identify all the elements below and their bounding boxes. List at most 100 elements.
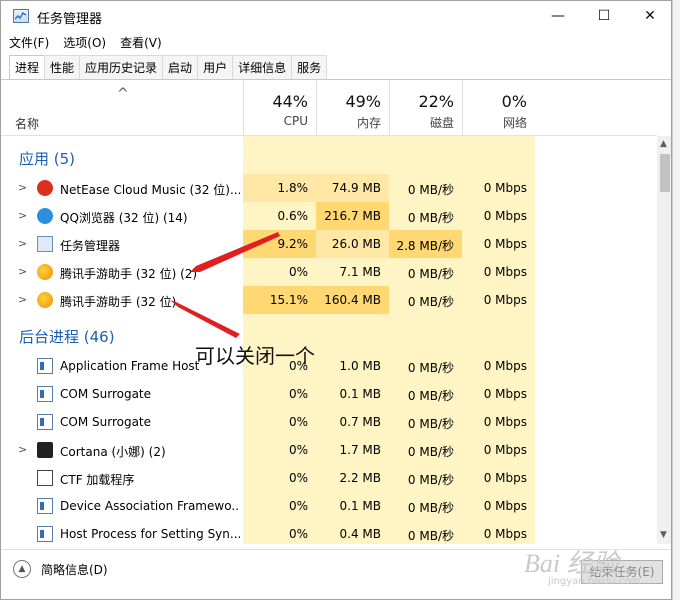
process-disk: 0 MB/秒	[407, 501, 454, 515]
process-memory: 74.9 MB	[316, 174, 389, 202]
process-memory: 0.4 MB	[339, 527, 381, 541]
process-name: Host Process for Setting Syn...	[60, 527, 240, 541]
process-network: 0 Mbps	[483, 527, 527, 541]
tab-users[interactable]: 用户	[197, 55, 234, 79]
expand-chevron-icon[interactable]: >	[18, 237, 27, 250]
tab-startup[interactable]: 启动	[162, 55, 199, 79]
process-name: COM Surrogate	[60, 387, 152, 401]
process-memory: 0.1 MB	[339, 499, 381, 513]
process-row[interactable]: > 任务管理器 9.2% 26.0 MB 2.8 MB/秒 0 Mbps	[9, 230, 657, 258]
task-manager-window: 任务管理器 — ☐ ✕ 文件(F) 选项(O) 查看(V) 进程 性能 应用历史…	[0, 0, 672, 600]
process-cpu: 15.1%	[243, 286, 316, 314]
process-name: 任务管理器	[60, 239, 121, 253]
process-memory: 160.4 MB	[316, 286, 389, 314]
column-name-header[interactable]: 名称	[15, 115, 39, 132]
ctf-loader-icon	[37, 470, 53, 486]
app-window-icon	[37, 386, 53, 402]
expand-chevron-icon[interactable]: >	[18, 293, 27, 306]
column-network-header[interactable]: 0% 网络	[462, 80, 535, 135]
tab-processes[interactable]: 进程	[9, 55, 46, 80]
app-window-icon	[37, 498, 53, 514]
process-memory: 1.7 MB	[339, 443, 381, 457]
process-cpu: 0.6%	[277, 209, 309, 223]
process-disk: 0 MB/秒	[407, 417, 454, 431]
process-row[interactable]: COM Surrogate 0% 0.1 MB 0 MB/秒 0 Mbps	[9, 380, 657, 408]
process-row[interactable]: Host Process for Setting Syn... 0% 0.4 M…	[9, 520, 657, 544]
qq-browser-icon	[37, 208, 53, 224]
process-disk: 0 MB/秒	[407, 445, 454, 459]
fewer-details-link[interactable]: 简略信息(D)	[41, 561, 108, 578]
window-title: 任务管理器	[37, 12, 103, 27]
expand-chevron-icon[interactable]: >	[18, 265, 27, 278]
chevron-up-icon[interactable]: ▲	[13, 560, 31, 578]
column-header: ^ 名称 44% CPU 49% 内存 22% 磁盘 0% 网络	[9, 80, 657, 135]
process-name: Device Association Framewo...	[60, 499, 240, 513]
process-memory: 7.1 MB	[339, 265, 381, 279]
app-window-icon	[37, 358, 53, 374]
menu-bar: 文件(F) 选项(O) 查看(V)	[1, 31, 671, 53]
process-row[interactable]: > 腾讯手游助手 (32 位) 15.1% 160.4 MB 0 MB/秒 0 …	[9, 286, 657, 314]
background-window-strip	[672, 0, 680, 600]
process-network: 0 Mbps	[483, 359, 527, 373]
process-disk: 0 MB/秒	[407, 295, 454, 309]
app-window-icon	[37, 526, 53, 542]
cpu-total-percent: 44%	[272, 92, 308, 111]
process-name: NetEase Cloud Music (32 位)...	[60, 183, 240, 197]
process-row[interactable]: > NetEase Cloud Music (32 位)... 1.8% 74.…	[9, 174, 657, 202]
tencent-gameassist-icon	[37, 264, 53, 280]
process-cpu: 0%	[288, 471, 308, 485]
menu-view[interactable]: 查看(V)	[120, 34, 162, 51]
process-cpu: 0%	[288, 265, 308, 279]
column-disk-header[interactable]: 22% 磁盘	[389, 80, 462, 135]
cpu-label: CPU	[283, 114, 308, 128]
scroll-thumb[interactable]	[660, 154, 670, 192]
process-row[interactable]: > Cortana (小娜) (2) 0% 1.7 MB 0 MB/秒 0 Mb…	[9, 436, 657, 464]
expand-chevron-icon[interactable]: >	[18, 209, 27, 222]
process-memory: 0.1 MB	[339, 387, 381, 401]
process-disk: 0 MB/秒	[407, 361, 454, 375]
sort-up-icon[interactable]: ^	[117, 86, 129, 102]
tab-details[interactable]: 详细信息	[232, 55, 293, 79]
column-cpu-header[interactable]: 44% CPU	[243, 80, 316, 135]
maximize-button[interactable]: ☐	[581, 1, 627, 31]
process-row[interactable]: Device Association Framewo... 0% 0.1 MB …	[9, 492, 657, 520]
section-background: 后台进程 (46)	[19, 328, 115, 346]
column-memory-header[interactable]: 49% 内存	[316, 80, 389, 135]
watermark-url: jingyan.baidu.com	[548, 576, 641, 587]
process-memory: 2.2 MB	[339, 471, 381, 485]
task-manager-icon	[13, 9, 29, 23]
process-row[interactable]: > QQ浏览器 (32 位) (14) 0.6% 216.7 MB 0 MB/秒…	[9, 202, 657, 230]
disk-label: 磁盘	[429, 116, 454, 130]
process-name: QQ浏览器 (32 位) (14)	[60, 211, 188, 225]
tab-performance[interactable]: 性能	[44, 55, 81, 79]
process-network: 0 Mbps	[483, 443, 527, 457]
process-disk: 0 MB/秒	[407, 389, 454, 403]
title-bar[interactable]: 任务管理器 — ☐ ✕	[1, 1, 671, 31]
scroll-up-icon[interactable]: ▲	[660, 139, 667, 149]
process-memory: 1.0 MB	[339, 359, 381, 373]
expand-chevron-icon[interactable]: >	[18, 181, 27, 194]
process-row[interactable]: CTF 加载程序 0% 2.2 MB 0 MB/秒 0 Mbps	[9, 464, 657, 492]
menu-file[interactable]: 文件(F)	[9, 34, 49, 51]
process-name: Cortana (小娜) (2)	[60, 445, 166, 459]
task-manager-icon	[37, 236, 53, 252]
menu-options[interactable]: 选项(O)	[63, 34, 106, 51]
tab-services[interactable]: 服务	[291, 55, 328, 79]
scroll-down-icon[interactable]: ▼	[660, 530, 667, 540]
process-name: 腾讯手游助手 (32 位)	[60, 295, 177, 309]
minimize-button[interactable]: —	[535, 1, 581, 31]
section-apps: 应用 (5)	[19, 150, 76, 168]
process-row[interactable]: COM Surrogate 0% 0.7 MB 0 MB/秒 0 Mbps	[9, 408, 657, 436]
expand-chevron-icon[interactable]: >	[18, 443, 27, 456]
process-row[interactable]: > 腾讯手游助手 (32 位) (2) 0% 7.1 MB 0 MB/秒 0 M…	[9, 258, 657, 286]
process-cpu: 0%	[288, 415, 308, 429]
app-window-icon	[37, 414, 53, 430]
process-network: 0 Mbps	[483, 181, 527, 195]
watermark-brand: Bai 经验	[524, 549, 619, 578]
vertical-scrollbar[interactable]: ▲ ▼	[657, 136, 671, 544]
process-memory: 216.7 MB	[316, 202, 389, 230]
process-network: 0 Mbps	[483, 265, 527, 279]
tab-app-history[interactable]: 应用历史记录	[79, 55, 164, 79]
close-button[interactable]: ✕	[627, 1, 671, 31]
process-row[interactable]: Application Frame Host 0% 1.0 MB 0 MB/秒 …	[9, 352, 657, 380]
